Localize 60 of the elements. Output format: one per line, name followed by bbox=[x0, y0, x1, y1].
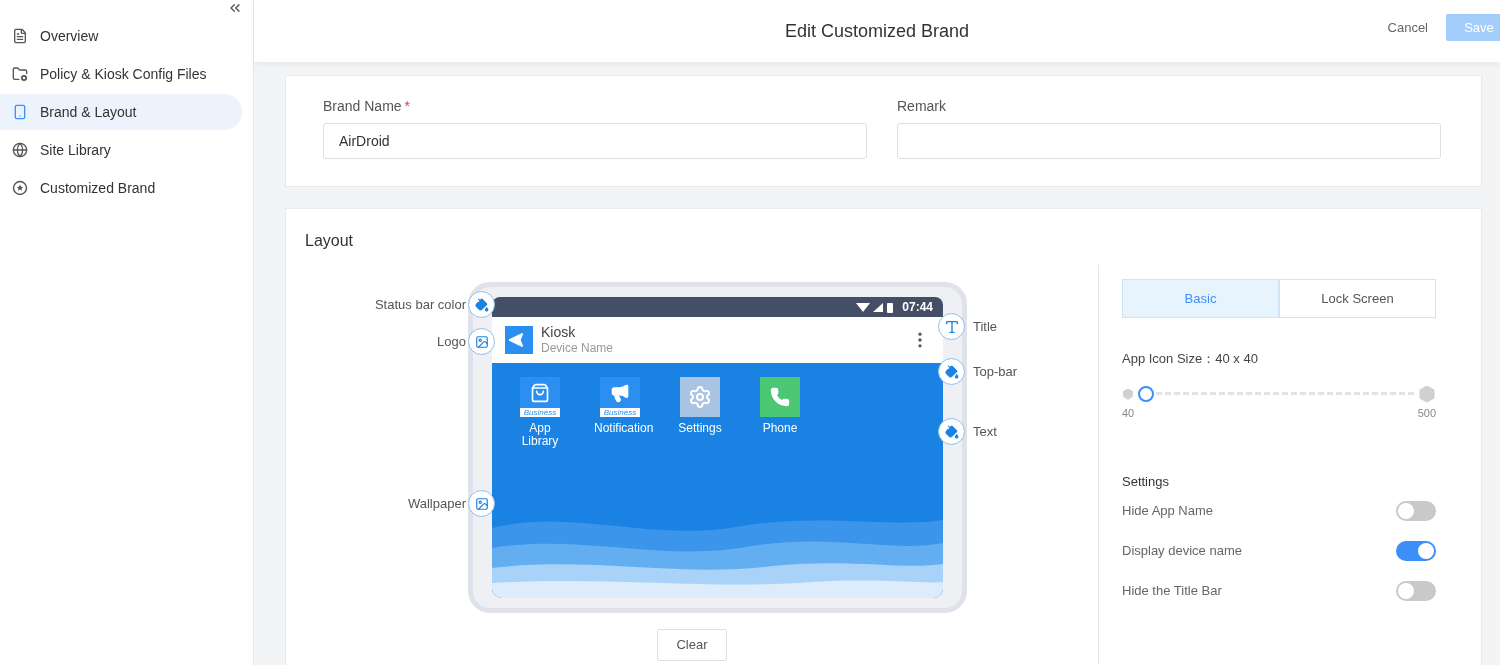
section-title: Layout bbox=[304, 231, 355, 251]
cube-icon bbox=[1418, 384, 1436, 403]
settings-heading: Settings bbox=[1122, 473, 1170, 491]
field-label: Brand Name * bbox=[323, 97, 412, 116]
icon-size-label: App Icon Size：40 x 40 bbox=[1122, 350, 1259, 368]
setting-label: Display device name bbox=[1122, 541, 1242, 560]
annotation-label: Status bar color bbox=[374, 295, 466, 314]
page-title: Edit Customized Brand bbox=[784, 19, 970, 43]
app-label: App Library bbox=[520, 422, 560, 448]
annotation-label: Wallpaper bbox=[407, 494, 466, 513]
app-tile[interactable] bbox=[760, 377, 800, 417]
globe-icon bbox=[12, 142, 28, 158]
tab[interactable]: Lock Screen bbox=[1279, 279, 1436, 318]
slider-max: 500 bbox=[1417, 405, 1436, 421]
field-label: Remark bbox=[897, 97, 947, 116]
app-label: Phone bbox=[761, 422, 799, 435]
slider-thumb[interactable] bbox=[1138, 385, 1154, 402]
app-tile[interactable]: Business bbox=[520, 377, 560, 417]
app-label: Notification bbox=[593, 422, 655, 435]
app-title: Kiosk bbox=[541, 324, 577, 340]
shopping-bag-icon bbox=[530, 382, 550, 403]
required-mark: * bbox=[404, 98, 411, 114]
phone-icon bbox=[770, 387, 790, 407]
image-icon bbox=[474, 496, 489, 511]
app-label: Settings bbox=[677, 422, 723, 435]
image-icon bbox=[474, 334, 489, 349]
paint-bucket-icon bbox=[944, 364, 959, 379]
sidebar-item[interactable]: Brand & Layout bbox=[0, 94, 242, 130]
setting-label: Hide App Name bbox=[1122, 501, 1214, 520]
text-icon bbox=[943, 318, 960, 335]
sidebar-item[interactable]: Site Library bbox=[0, 132, 242, 168]
annotation-label: Logo bbox=[437, 332, 466, 351]
toggle-switch[interactable] bbox=[1396, 540, 1436, 561]
badge-strip: Business bbox=[520, 408, 560, 417]
device-name: Device Name bbox=[541, 340, 615, 356]
cube-icon bbox=[1122, 387, 1134, 400]
app-tile[interactable]: Business bbox=[600, 377, 640, 417]
annotation-label: Title bbox=[973, 317, 998, 336]
app-tile[interactable] bbox=[680, 377, 720, 417]
setting-label: Hide the Title Bar bbox=[1122, 581, 1222, 600]
paint-bucket-icon bbox=[944, 424, 959, 439]
clear-button[interactable]: Clear bbox=[657, 629, 727, 661]
sidebar-item[interactable]: Customized Brand bbox=[0, 170, 242, 206]
annotation-label: Text bbox=[973, 422, 997, 441]
badge-strip: Business bbox=[600, 408, 640, 417]
toggle-switch[interactable] bbox=[1396, 580, 1436, 601]
gear-icon bbox=[688, 385, 712, 409]
sidebar-item[interactable]: Overview bbox=[0, 18, 242, 54]
paint-bucket-icon bbox=[474, 297, 489, 312]
cancel-button[interactable]: Cancel bbox=[1387, 17, 1428, 38]
toggle-switch[interactable] bbox=[1396, 500, 1436, 521]
slider-min: 40 bbox=[1122, 405, 1135, 421]
megaphone-icon bbox=[610, 382, 630, 403]
folder-gear-icon bbox=[12, 66, 28, 82]
document-icon bbox=[12, 28, 28, 44]
text-field[interactable]: AirDroid bbox=[323, 123, 867, 159]
sidebar-item[interactable]: Policy & Kiosk Config Files bbox=[0, 56, 242, 92]
annotation-label: Top-bar bbox=[973, 362, 1018, 381]
clock: 07:44 bbox=[902, 299, 933, 316]
text-field[interactable] bbox=[897, 123, 1441, 159]
